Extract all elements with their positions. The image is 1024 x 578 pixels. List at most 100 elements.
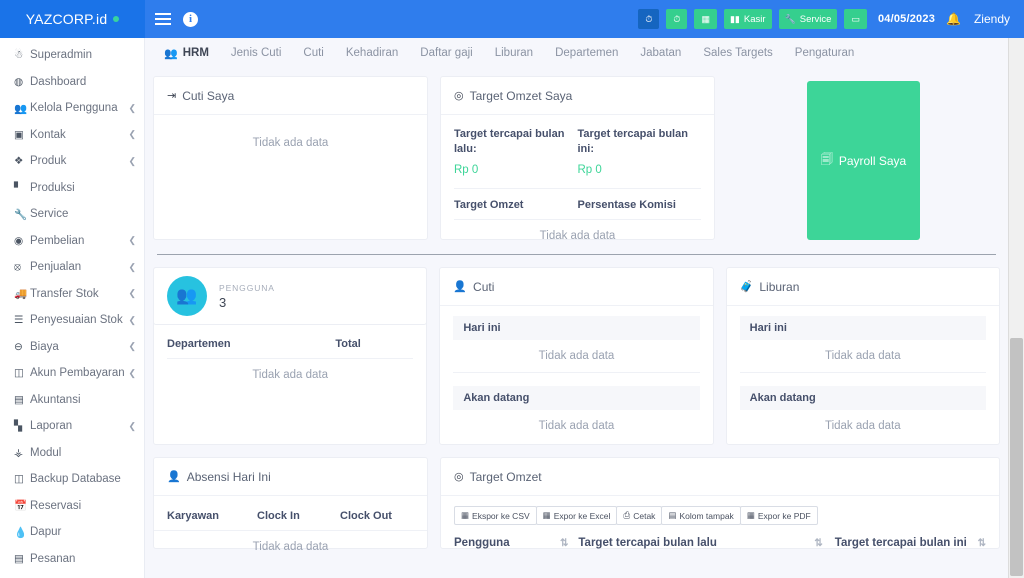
sidebar-item-dashboard[interactable]: ◍ Dashboard <box>0 69 144 96</box>
user-times-icon: 👤 <box>453 281 468 293</box>
tab-pengaturan[interactable]: Pengaturan <box>784 47 865 59</box>
tab-daftar-gaji[interactable]: Daftar gaji <box>409 47 483 59</box>
chevron-left-icon: ❮ <box>128 129 136 140</box>
chart-bar-icon: ▚ <box>14 420 23 433</box>
header-right-controls: ⏱ ⏱ ▦ ▮▮ Kasir 🔧 Service ▭ 04/05/2023 🔔 … <box>638 9 1024 29</box>
sidebar-item-penyesuaian-stok[interactable]: ☰ Penyesuaian Stok ❮ <box>0 307 144 334</box>
sidebar-item-produk[interactable]: ❖ Produk ❮ <box>0 148 144 175</box>
sidebar-item-kelola-pengguna[interactable]: 👥 Kelola Pengguna ❮ <box>0 95 144 122</box>
tab-jenis-cuti[interactable]: Jenis Cuti <box>220 47 293 59</box>
brand-logo[interactable]: YAZCORP.id <box>0 0 145 38</box>
tab-cuti[interactable]: Cuti <box>292 47 334 59</box>
card-absensi-title: Absensi Hari Ini <box>186 469 271 484</box>
plug-icon: ⚶ <box>14 446 23 459</box>
clock-out-button[interactable]: ⏱ <box>666 9 688 29</box>
card-cuti-header: 👤 Cuti <box>440 268 713 306</box>
tab-sales-targets[interactable]: Sales Targets <box>692 47 783 59</box>
sidebar-item-biaya[interactable]: ⊖ Biaya ❮ <box>0 334 144 361</box>
col-this-month: Target tercapai bulan ini <box>834 537 967 549</box>
col-departemen: Departemen <box>167 338 231 350</box>
toolbar-expor-ke-pdf-button[interactable]: ▦ Expor ke PDF <box>739 506 818 525</box>
toolbar-button-label: Ekspor ke CSV <box>472 510 530 521</box>
user-menu[interactable]: Ziendy <box>974 12 1010 26</box>
sidebar-item-produksi[interactable]: ▘ Produksi <box>0 175 144 202</box>
cash-button[interactable]: ▭ <box>844 9 867 29</box>
col-clock-out: Clock Out <box>340 510 392 522</box>
card-target-omzet-title: Target Omzet <box>469 469 542 484</box>
users-icon: 👥 <box>14 102 28 115</box>
sidebar-item-transfer-stok[interactable]: 🚚 Transfer Stok ❮ <box>0 281 144 308</box>
kasir-button[interactable]: ▮▮ Kasir <box>723 9 772 29</box>
brand-name: YAZCORP.id <box>25 11 108 27</box>
sidebar-item-penjualan[interactable]: ⦻ Penjualan ❮ <box>0 254 144 281</box>
row-bottom: 👤 Absensi Hari Ini Karyawan Clock In Clo… <box>153 457 1000 553</box>
sidebar-item-kontak[interactable]: ▣ Kontak ❮ <box>0 122 144 149</box>
liburan-today-section: Hari ini Tidak ada data <box>727 306 999 373</box>
col-total: Total <box>335 338 361 350</box>
sort-last-month-icon[interactable]: ⇅ <box>814 538 822 549</box>
liburan-upcoming-section: Akan datang Tidak ada data <box>727 373 999 442</box>
sidebar-item-superadmin[interactable]: ☃ Superadmin <box>0 42 144 69</box>
file-pdf-icon: ▦ <box>746 510 755 520</box>
page-scrollbar-thumb[interactable] <box>1010 338 1023 576</box>
sidebar-item-label: Produk <box>30 155 67 168</box>
fire-icon: 💧 <box>14 526 28 539</box>
card-absensi: 👤 Absensi Hari Ini Karyawan Clock In Clo… <box>153 457 428 553</box>
users-icon: 👥 <box>167 276 207 316</box>
service-button[interactable]: 🔧 Service <box>778 9 838 29</box>
info-icon[interactable]: i <box>183 11 198 27</box>
bell-icon[interactable]: 🔔 <box>946 12 961 26</box>
card-pengguna: 👥 PENGGUNA 3 Departemen Total Tidak ada … <box>153 267 428 445</box>
sidebar-item-label: Superadmin <box>30 49 93 62</box>
chevron-left-icon: ❮ <box>128 420 136 431</box>
tab-kehadiran[interactable]: Kehadiran <box>335 47 409 59</box>
sidebar-item-label: Dashboard <box>30 75 87 88</box>
payroll-saya-label: Payroll Saya <box>838 153 907 168</box>
cuti-upcoming-section: Akan datang Tidak ada data <box>440 373 712 442</box>
users-icon: 👥 <box>164 47 178 60</box>
sidebar-item-label: Laporan <box>30 420 73 433</box>
departemen-empty: Tidak ada data <box>252 369 328 381</box>
sidebar-item-akun-pembayaran[interactable]: ◫ Akun Pembayaran ❮ <box>0 360 144 387</box>
toolbar-kolom-tampak-button[interactable]: ▤ Kolom tampak <box>661 506 741 525</box>
columns-icon: ▤ <box>668 510 677 520</box>
content-area: ⇥ Cuti Saya Tidak ada data ◎ Target Omze… <box>145 68 1008 553</box>
sidebar-item-modul[interactable]: ⚶ Modul <box>0 440 144 467</box>
sidebar-item-pembelian[interactable]: ◉ Pembelian ❮ <box>0 228 144 255</box>
toolbar-expor-ke-excel-button[interactable]: ▦ Expor ke Excel <box>535 506 618 525</box>
toolbar-cetak-button[interactable]: ⎙ Cetak <box>616 506 663 525</box>
sort-this-month-icon[interactable]: ⇅ <box>978 538 986 549</box>
header-left-controls: i <box>145 11 198 27</box>
tab-label: Kehadiran <box>345 47 399 59</box>
sidebar-item-dapur[interactable]: 💧 Dapur <box>0 519 144 546</box>
sort-pengguna-icon[interactable]: ⇅ <box>560 538 568 549</box>
service-label: Service <box>799 13 832 25</box>
target-this-month: Target tercapai bulan ini: Rp 0 <box>578 127 702 176</box>
cash-icon: ▭ <box>851 13 860 24</box>
calculator-button[interactable]: ▦ <box>694 9 717 29</box>
cuti-today-label: Hari ini <box>453 316 700 340</box>
chevron-left-icon: ❮ <box>128 314 136 325</box>
tab-hrm[interactable]: 👥 HRM <box>153 47 220 60</box>
page-scrollbar[interactable] <box>1008 38 1024 578</box>
sidebar-item-service[interactable]: 🔧 Service <box>0 201 144 228</box>
money-stack-icon: 🗐 <box>820 152 833 166</box>
tab-jabatan[interactable]: Jabatan <box>629 47 692 59</box>
sidebar-item-laporan[interactable]: ▚ Laporan ❮ <box>0 413 144 440</box>
sidebar-item-pesanan[interactable]: ▤ Pesanan <box>0 546 144 573</box>
tab-label: Jenis Cuti <box>230 47 282 59</box>
tab-label: Cuti <box>303 47 324 59</box>
target-values-row: Target tercapai bulan lalu: Rp 0 Target … <box>454 127 701 176</box>
sidebar-item-backup-database[interactable]: ◫ Backup Database <box>0 466 144 493</box>
payroll-saya-button[interactable]: 🗐 Payroll Saya <box>806 81 921 240</box>
hamburger-icon[interactable] <box>155 13 171 25</box>
toolbar-ekspor-ke-csv-button[interactable]: ▦ Ekspor ke CSV <box>454 506 537 525</box>
sidebar-item-akuntansi[interactable]: ▤ Akuntansi <box>0 387 144 414</box>
tab-departemen[interactable]: Departemen <box>544 47 629 59</box>
tab-liburan[interactable]: Liburan <box>484 47 544 59</box>
clock-in-button[interactable]: ⏱ <box>638 9 660 29</box>
chevron-left-icon: ❮ <box>128 367 136 378</box>
sidebar-item-reservasi[interactable]: 📅 Reservasi <box>0 493 144 520</box>
chevron-left-icon: ❮ <box>128 261 136 272</box>
address-book-icon: ▣ <box>14 128 24 141</box>
